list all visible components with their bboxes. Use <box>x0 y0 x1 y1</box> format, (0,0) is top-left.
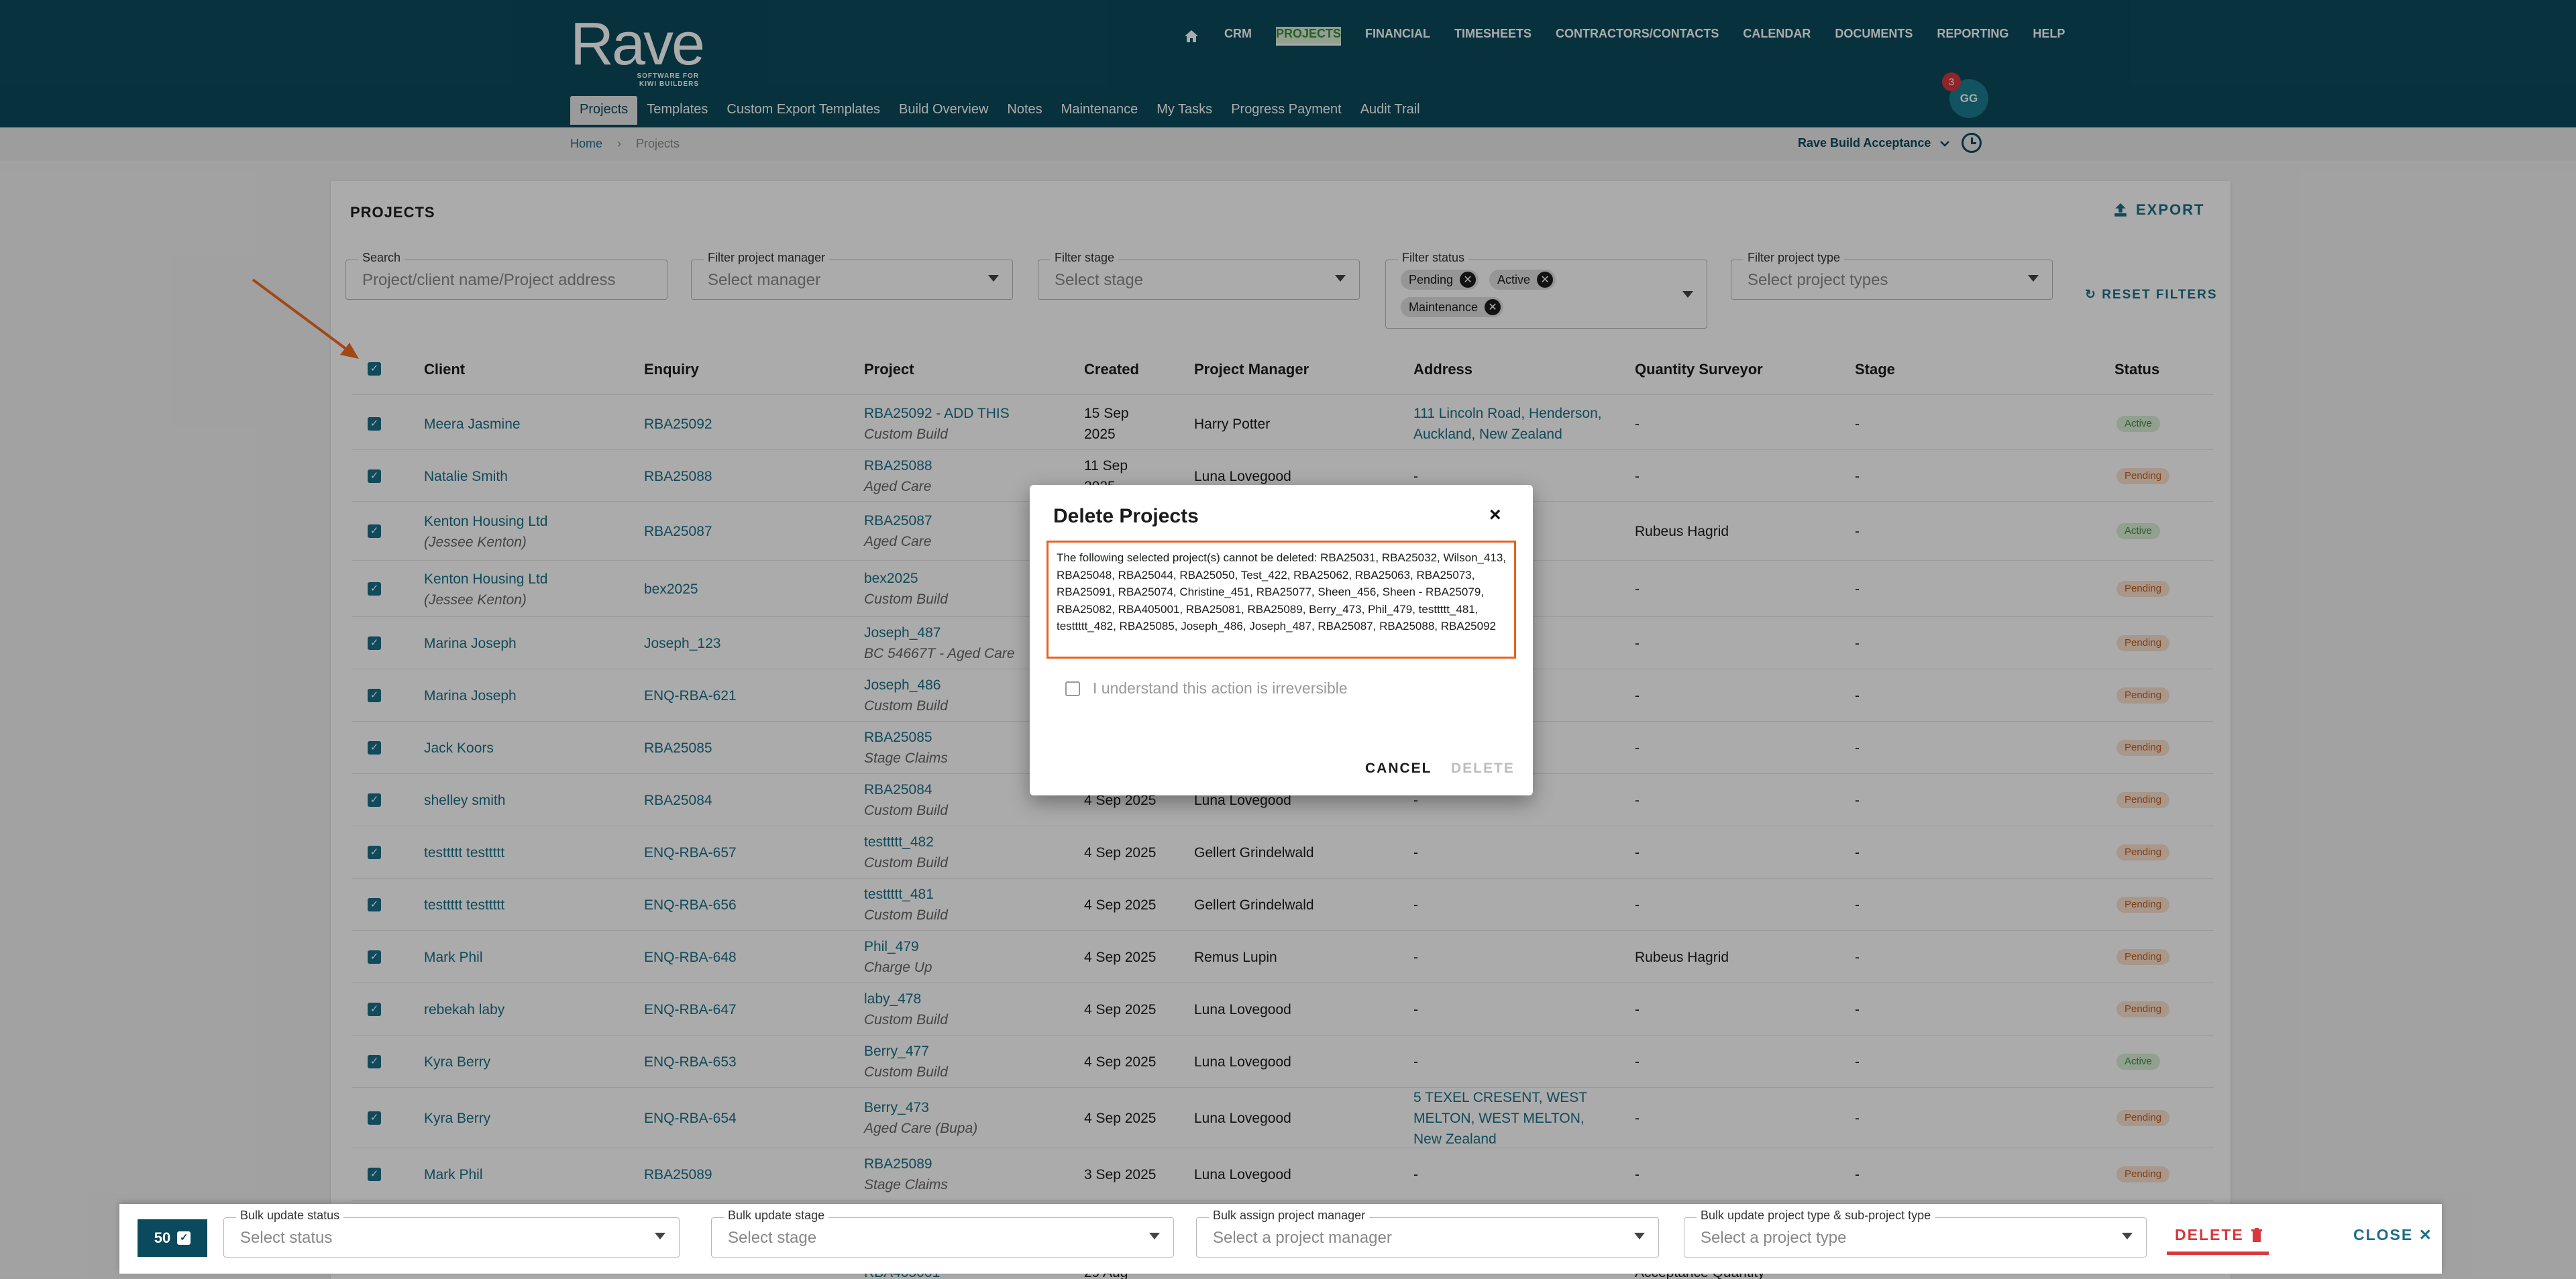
confirm-delete-button[interactable]: DELETE <box>1451 761 1515 777</box>
delete-underline-highlight <box>2167 1252 2269 1255</box>
bulk-close-button[interactable]: CLOSE ✕ <box>2353 1226 2433 1244</box>
bulk-project-type-select[interactable]: Bulk update project type & sub-project t… <box>1684 1209 2147 1258</box>
close-icon[interactable]: × <box>1489 504 1501 526</box>
dialog-title: Delete Projects <box>1053 505 1199 527</box>
dropdown-arrow-icon <box>655 1233 665 1239</box>
checkbox-icon: ✓ <box>177 1231 191 1245</box>
bulk-delete-button[interactable]: DELETE <box>2175 1226 2263 1244</box>
trash-icon <box>2251 1227 2262 1242</box>
bulk-status-select[interactable]: Bulk update status Select status <box>223 1209 680 1258</box>
dropdown-arrow-icon <box>2122 1233 2133 1239</box>
cancel-button[interactable]: CANCEL <box>1365 761 1432 777</box>
cannot-delete-message: The following selected project(s) cannot… <box>1046 541 1516 659</box>
dropdown-arrow-icon <box>1634 1233 1645 1239</box>
irreversible-label[interactable]: I understand this action is irreversible <box>1093 679 1348 698</box>
dropdown-arrow-icon <box>1149 1233 1160 1239</box>
bulk-project-manager-select[interactable]: Bulk assign project manager Select a pro… <box>1196 1209 1659 1258</box>
close-icon: ✕ <box>2418 1226 2433 1243</box>
bulk-stage-select[interactable]: Bulk update stage Select stage <box>711 1209 1174 1258</box>
selected-count[interactable]: 50 ✓ <box>138 1219 207 1257</box>
irreversible-checkbox[interactable] <box>1065 681 1080 696</box>
delete-projects-dialog: Delete Projects × The following selected… <box>1030 485 1533 795</box>
